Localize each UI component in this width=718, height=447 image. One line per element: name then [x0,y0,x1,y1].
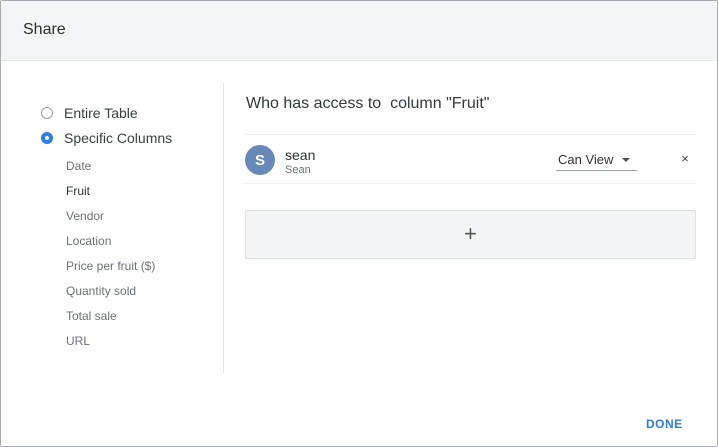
column-list: Date Fruit Vendor Location Price per fru… [66,157,155,357]
plus-icon: + [464,221,477,246]
column-item-fruit[interactable]: Fruit [66,182,155,207]
dialog-header: Share [1,1,717,61]
radio-label-entire-table: Entire Table [64,105,138,121]
column-item-location[interactable]: Location [66,232,155,257]
column-item-url[interactable]: URL [66,332,155,357]
radio-label-specific-columns: Specific Columns [64,130,173,146]
radio-specific-columns[interactable]: Specific Columns [41,130,172,146]
permission-dropdown[interactable]: Can View [556,151,637,171]
close-icon[interactable]: × [678,151,692,167]
permission-label: Can View [558,152,614,167]
user-display-name: Sean [285,164,311,176]
panel-divider [223,83,224,373]
avatar: S [245,145,275,175]
divider-line [245,134,696,135]
radio-button-checked[interactable] [41,132,53,144]
column-item-date[interactable]: Date [66,157,155,182]
user-name: sean [285,147,316,163]
dialog-title: Share [23,21,66,38]
column-item-vendor[interactable]: Vendor [66,207,155,232]
share-dialog: Share Entire Table Specific Columns Date… [0,0,718,447]
column-item-quantity-sold[interactable]: Quantity sold [66,282,155,307]
add-user-button[interactable]: + [245,210,696,259]
radio-button-unchecked[interactable] [41,107,53,119]
access-heading: Who has access to column "Fruit" [246,95,490,112]
column-item-price-per-fruit[interactable]: Price per fruit ($) [66,257,155,282]
radio-entire-table[interactable]: Entire Table [41,105,138,121]
caret-down-icon [622,158,630,162]
divider-line [245,183,696,184]
column-item-total-sale[interactable]: Total sale [66,307,155,332]
done-button[interactable]: DONE [646,417,683,431]
